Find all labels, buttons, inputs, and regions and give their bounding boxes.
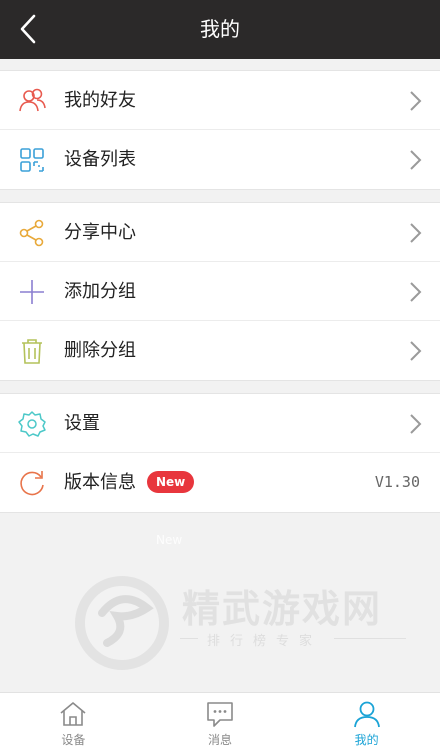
menu-item-label: 添加分组 [64,281,136,302]
chevron-right-icon [410,91,422,111]
menu-item-device-list[interactable]: 设备列表 [0,130,440,189]
message-icon [207,702,233,727]
plus-icon [20,280,44,304]
tab-devices[interactable]: 设备 [0,693,147,751]
share-icon [19,219,44,247]
menu-item-label: 分享中心 [64,222,136,243]
watermark-logo-icon [75,576,169,670]
grid-icon [20,148,44,172]
menu-item-version-info[interactable]: 版本信息 New V1.30 [0,453,440,512]
menu-item-friends[interactable]: 我的好友 [0,71,440,130]
menu-group-1: 我的好友 设备列表 [0,70,440,190]
menu-group-3: 设置 版本信息 New V1.30 [0,393,440,513]
menu-item-label: 删除分组 [64,340,136,361]
chevron-right-icon [410,282,422,302]
tab-messages[interactable]: 消息 [147,693,294,751]
chevron-right-icon [410,223,422,243]
tab-label: 设备 [61,733,86,747]
menu-item-label: 我的好友 [64,90,136,111]
menu-item-settings[interactable]: 设置 [0,394,440,453]
watermark-title: 精武游戏网 [182,587,383,631]
menu-item-label: 设置 [64,413,100,434]
home-icon [60,702,86,726]
gear-icon [18,411,46,437]
version-value: V1.30 [374,473,420,491]
page-title: 我的 [200,17,240,41]
chevron-right-icon [410,341,422,361]
new-badge: New [147,471,195,493]
bottom-tab-bar: 设备 消息 我的 [0,692,440,751]
watermark: 精武游戏网 排行榜专家 [72,568,417,678]
menu-item-add-group[interactable]: 添加分组 [0,262,440,321]
menu-item-share-center[interactable]: 分享中心 [0,203,440,262]
menu-item-label: 设备列表 [64,149,136,170]
menu-group-2: 分享中心 添加分组 删除分组 [0,202,440,381]
menu-item-delete-group[interactable]: 删除分组 [0,321,440,380]
chevron-right-icon [410,414,422,434]
watermark-divider [180,638,198,639]
chevron-right-icon [410,150,422,170]
menu-item-label: 版本信息 [64,472,136,493]
ghost-new-label: New [156,533,183,547]
watermark-divider [334,638,406,639]
refresh-icon [20,471,44,496]
tab-label: 消息 [208,733,233,747]
trash-icon [22,339,42,364]
tab-label: 我的 [354,733,379,747]
tab-mine[interactable]: 我的 [293,693,440,751]
watermark-subtitle: 排行榜专家 [207,634,323,649]
header-bar: 我的 [0,0,440,59]
friends-icon [19,88,46,112]
user-icon [353,701,380,728]
